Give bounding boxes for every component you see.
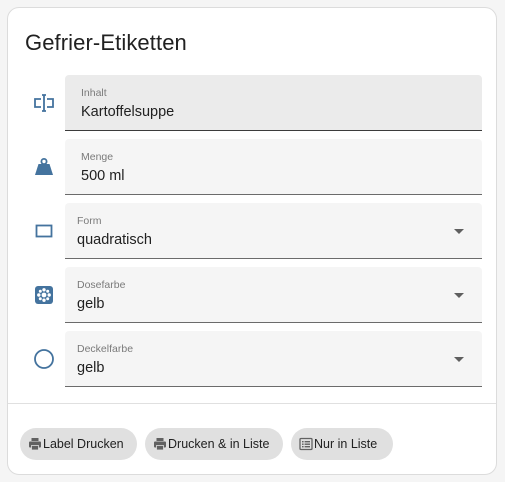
drucken-und-liste-label: Drucken & in Liste [168,437,270,451]
inhalt-value[interactable]: Kartoffelsuppe [81,103,174,121]
deckelfarbe-label: Deckelfarbe [77,343,134,355]
drucken-und-liste-button[interactable]: Drucken & in Liste [145,428,283,460]
weight-icon [32,155,56,179]
dosefarbe-label: Dosefarbe [77,279,126,291]
row-deckelfarbe: Deckelfarbe gelb [8,331,498,387]
row-form: Form quadratisch [8,203,498,259]
nur-in-liste-label: Nur in Liste [314,437,378,451]
chevron-down-icon[interactable] [454,293,464,298]
inhalt-field[interactable]: Inhalt Kartoffelsuppe [65,75,482,131]
nur-in-liste-button[interactable]: Nur in Liste [291,428,393,460]
menge-field[interactable]: Menge 500 ml [65,139,482,195]
chevron-down-icon[interactable] [454,357,464,362]
menge-label: Menge [81,151,114,163]
dosefarbe-select[interactable]: Dosefarbe gelb [65,267,482,323]
label-text-icon [32,91,56,115]
card-divider [8,403,496,404]
printer-icon [153,437,167,451]
form-value: quadratisch [77,232,152,248]
list-icon [299,437,313,451]
dosefarbe-value: gelb [77,296,105,312]
chevron-down-icon[interactable] [454,229,464,234]
row-dosefarbe: Dosefarbe gelb [8,267,498,323]
menge-value[interactable]: 500 ml [81,167,125,185]
form-select[interactable]: Form quadratisch [65,203,482,259]
card-title: Gefrier-Etiketten [25,30,187,55]
rectangle-outline-icon [32,219,56,243]
label-drucken-label: Label Drucken [43,437,124,451]
deckelfarbe-value: gelb [77,360,105,376]
label-drucken-button[interactable]: Label Drucken [20,428,137,460]
row-menge: Menge 500 ml [8,139,498,195]
inhalt-label: Inhalt [81,87,107,99]
palette-icon [32,283,56,307]
row-inhalt: Inhalt Kartoffelsuppe [8,75,498,131]
circle-outline-icon [32,347,56,371]
form-label: Form [77,215,102,227]
deckelfarbe-select[interactable]: Deckelfarbe gelb [65,331,482,387]
freezer-labels-card: Gefrier-Etiketten Inhalt Kartoffelsuppe … [7,7,497,475]
printer-icon [28,437,42,451]
